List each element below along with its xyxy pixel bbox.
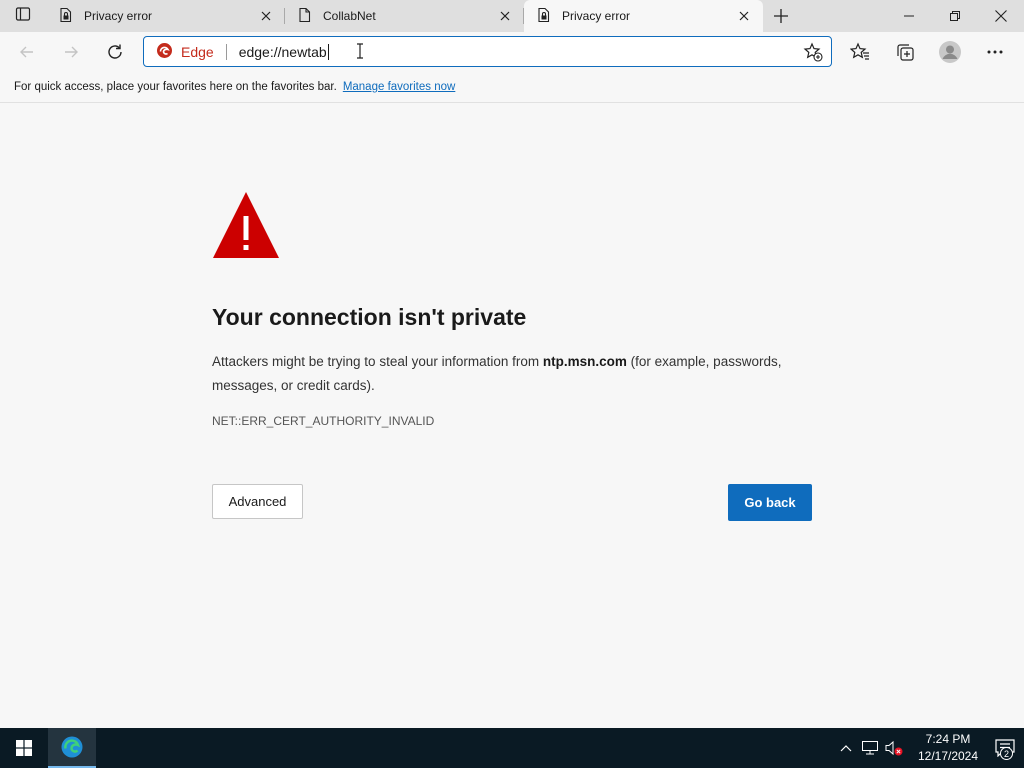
- minimize-icon: [904, 15, 914, 17]
- star-plus-icon: [803, 42, 823, 62]
- start-button[interactable]: [0, 728, 48, 768]
- go-back-button[interactable]: Go back: [728, 484, 812, 521]
- address-bar[interactable]: Edge edge://newtab: [143, 36, 832, 67]
- warning-triangle-icon: [211, 190, 281, 265]
- show-hidden-icons-button[interactable]: [834, 728, 858, 768]
- edge-browser-icon: [61, 736, 83, 758]
- restore-button[interactable]: [932, 0, 978, 32]
- favorites-bar-message: For quick access, place your favorites h…: [14, 81, 337, 93]
- error-code: NET::ERR_CERT_AUTHORITY_INVALID: [212, 414, 435, 428]
- clock[interactable]: 7:24 PM 12/17/2024: [910, 731, 986, 765]
- advanced-button[interactable]: Advanced: [212, 484, 303, 519]
- minimize-button[interactable]: [886, 0, 932, 32]
- site-identity[interactable]: Edge: [156, 42, 214, 62]
- favorites-icon: [850, 42, 869, 60]
- window-controls: [886, 0, 1024, 32]
- refresh-icon: [108, 44, 122, 59]
- page-title: Your connection isn't private: [212, 304, 527, 330]
- close-icon: [261, 11, 271, 21]
- volume-muted-icon: [885, 740, 903, 756]
- tab-title: Privacy error: [562, 9, 631, 23]
- tab-actions-button[interactable]: [0, 0, 46, 32]
- taskbar-edge-app[interactable]: [48, 728, 96, 768]
- back-button[interactable]: [9, 36, 45, 68]
- restore-icon: [950, 11, 960, 21]
- forward-button[interactable]: [53, 36, 89, 68]
- arrow-left-icon: [20, 46, 33, 58]
- site-label: Edge: [181, 43, 214, 60]
- lock-warning-page-icon: [58, 7, 74, 26]
- tab-bar: Privacy error CollabNet Privacy error: [0, 0, 1024, 32]
- manage-favorites-link[interactable]: Manage favorites now: [343, 81, 456, 93]
- address-separator: [225, 43, 227, 60]
- tab-close-button[interactable]: [257, 7, 275, 25]
- new-tab-button[interactable]: [763, 0, 799, 32]
- toolbar: Edge edge://newtab: [0, 32, 1024, 72]
- lock-warning-page-icon: [536, 7, 552, 26]
- tab-close-button[interactable]: [496, 7, 514, 25]
- collections-button[interactable]: [887, 36, 923, 68]
- tab-title: Privacy error: [84, 9, 153, 23]
- tab-title: CollabNet: [323, 9, 376, 23]
- arrow-right-icon: [65, 46, 78, 58]
- page-icon: [297, 7, 313, 26]
- tab-collabnet[interactable]: CollabNet: [285, 0, 524, 32]
- clock-date: 12/17/2024: [917, 749, 979, 763]
- refresh-button[interactable]: [97, 36, 133, 68]
- plus-icon: [774, 9, 788, 23]
- description-text-before: Attackers might be trying to steal your …: [212, 354, 543, 369]
- notification-count-badge: 2: [1000, 747, 1013, 760]
- chevron-up-icon: [840, 745, 852, 752]
- close-icon: [995, 10, 1007, 22]
- collections-icon: [897, 44, 914, 61]
- close-icon: [739, 11, 749, 21]
- favorites-button[interactable]: [842, 36, 878, 68]
- network-button[interactable]: [858, 728, 882, 768]
- windows-logo-icon: [16, 740, 32, 756]
- tab-actions-icon: [15, 6, 31, 27]
- more-horizontal-icon: [987, 50, 1003, 54]
- volume-button[interactable]: [882, 728, 906, 768]
- system-tray: 7:24 PM 12/17/2024 2: [834, 728, 1024, 768]
- avatar-icon: [939, 41, 961, 63]
- tab-privacy-error-2[interactable]: Privacy error: [524, 0, 763, 32]
- favorites-bar: For quick access, place your favorites h…: [0, 72, 1024, 103]
- profile-button[interactable]: [932, 36, 968, 68]
- tab-close-button[interactable]: [735, 7, 753, 25]
- clock-time: 7:24 PM: [925, 732, 971, 746]
- add-favorite-button[interactable]: [803, 42, 823, 67]
- settings-more-button[interactable]: [977, 36, 1013, 68]
- url-text: edge://newtab: [238, 43, 329, 60]
- action-center-button[interactable]: 2: [986, 728, 1024, 768]
- close-window-button[interactable]: [978, 0, 1024, 32]
- text-cursor-icon: [356, 43, 364, 64]
- close-icon: [500, 11, 510, 21]
- taskbar: 7:24 PM 12/17/2024 2: [0, 728, 1024, 768]
- url-input[interactable]: edge://newtab: [238, 43, 329, 60]
- edge-logo-icon: [156, 42, 173, 62]
- tab-privacy-error-1[interactable]: Privacy error: [46, 0, 285, 32]
- page-content: Your connection isn't private Attackers …: [0, 103, 1024, 728]
- error-description: Attackers might be trying to steal your …: [212, 350, 822, 398]
- toolbar-right: [842, 36, 1022, 68]
- network-icon: [862, 741, 878, 755]
- host-name: ntp.msn.com: [542, 354, 627, 369]
